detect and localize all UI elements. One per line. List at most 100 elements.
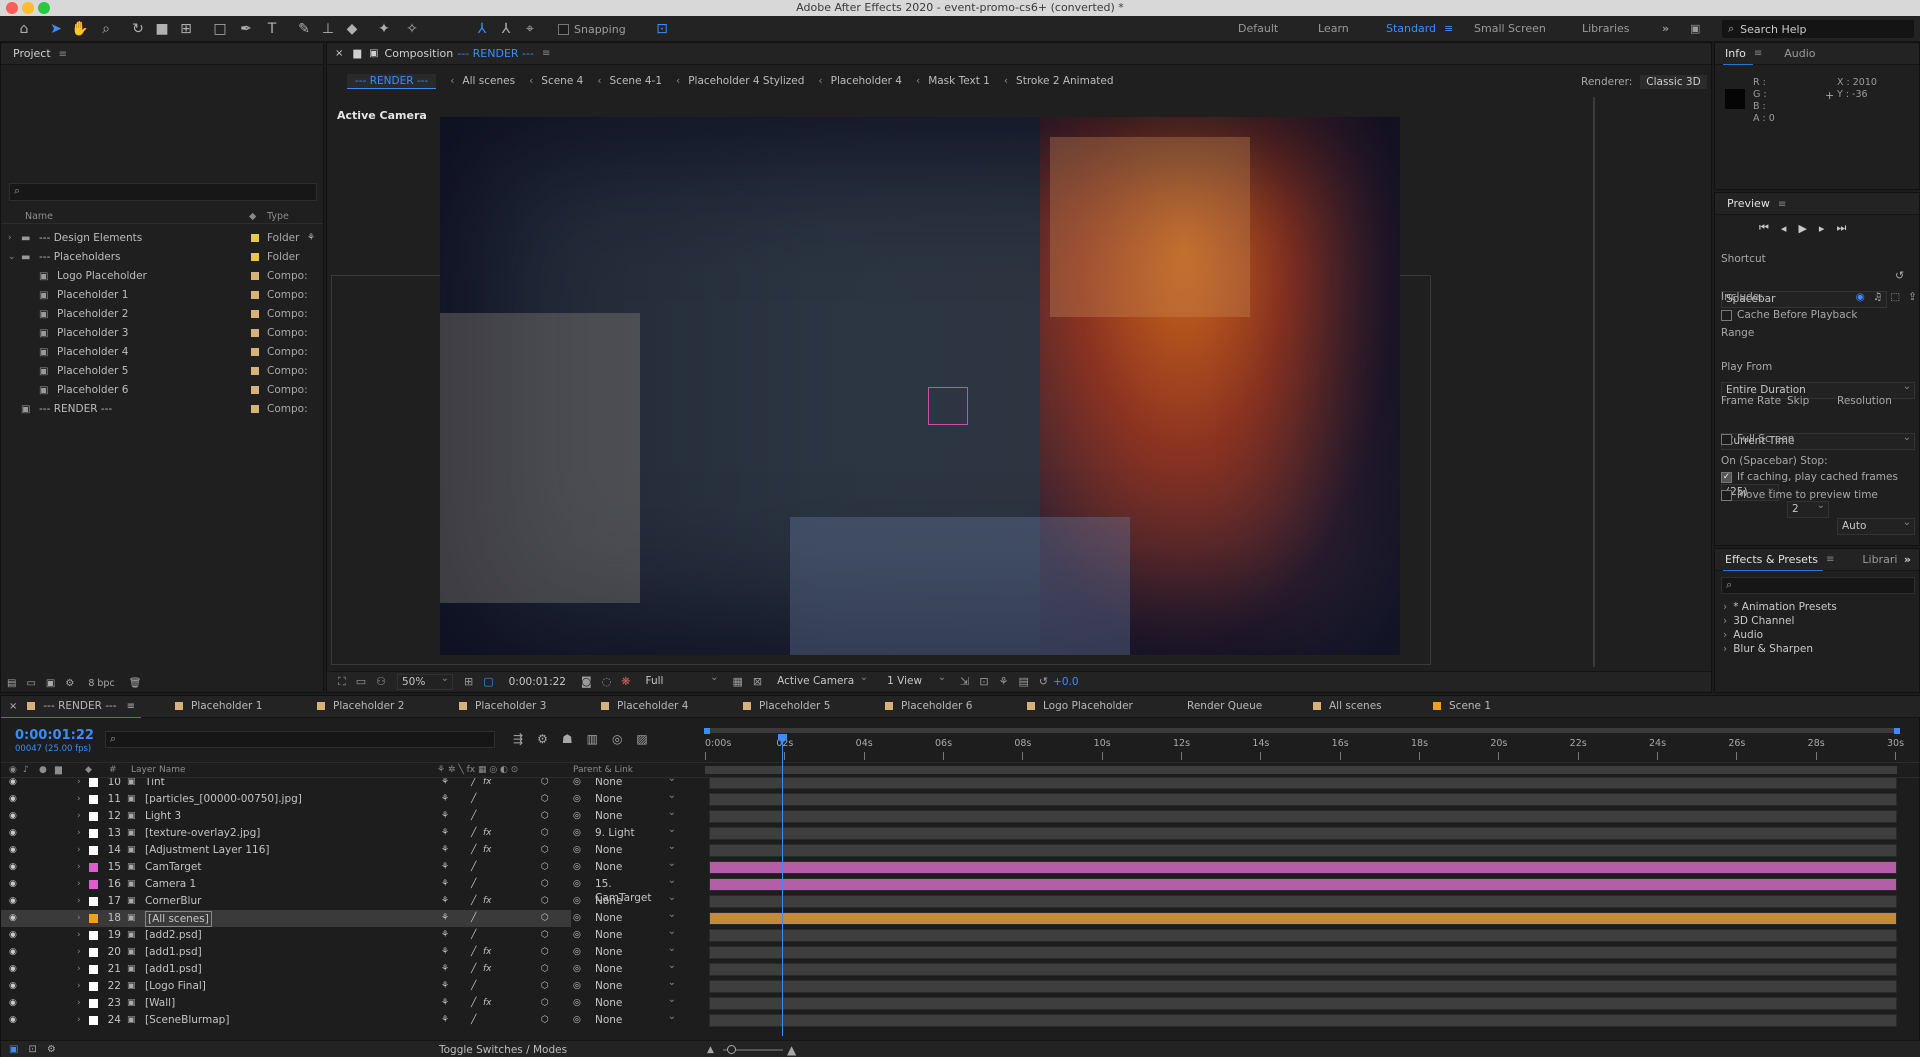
- parent-dropdown[interactable]: None: [591, 993, 679, 1012]
- video-switch-header-icon[interactable]: ◉: [9, 765, 17, 775]
- layer-duration-bar[interactable]: [709, 895, 1897, 908]
- channels-icon[interactable]: ❋: [621, 675, 630, 688]
- snapping-toggle[interactable]: Snapping: [558, 23, 626, 36]
- layer-duration-bar[interactable]: [709, 810, 1897, 823]
- panel-menu-icon[interactable]: ≡: [1754, 43, 1762, 65]
- pick-whip-icon[interactable]: ◎: [573, 778, 581, 791]
- project-item[interactable]: ▣ Placeholder 5 Compo:: [1, 362, 323, 381]
- quality-switch-icon[interactable]: ╱: [471, 927, 476, 944]
- rectangle-tool-icon[interactable]: □: [210, 20, 230, 38]
- close-panel-icon[interactable]: ×: [335, 43, 343, 65]
- next-frame-icon[interactable]: ▸: [1819, 222, 1825, 235]
- transparency-grid-icon[interactable]: ▦: [733, 675, 743, 688]
- expand-arrow-icon[interactable]: ›: [77, 825, 81, 842]
- snap-options-icon[interactable]: ⊡: [652, 20, 672, 38]
- 3d-layer-switch-icon[interactable]: ⬡: [541, 791, 549, 808]
- eye-icon[interactable]: ◉: [9, 778, 17, 791]
- parent-dropdown[interactable]: None: [591, 942, 679, 961]
- camera-view-dropdown[interactable]: Active Camera: [773, 671, 871, 690]
- pick-whip-icon[interactable]: ◎: [573, 876, 581, 893]
- workspace-small-screen[interactable]: Small Screen: [1474, 22, 1546, 35]
- quality-switch-icon[interactable]: ╱: [471, 825, 476, 842]
- toggle-switches-modes-button[interactable]: Toggle Switches / Modes: [439, 1044, 567, 1056]
- 3d-layer-switch-icon[interactable]: ⬡: [541, 927, 549, 944]
- eye-icon[interactable]: ◉: [9, 927, 17, 944]
- world-axis-icon[interactable]: ⅄: [496, 20, 516, 38]
- camera-snapshot-icon[interactable]: ◙: [581, 675, 592, 688]
- move-time-checkbox[interactable]: [1721, 489, 1732, 501]
- resolution-dropdown[interactable]: Full: [642, 671, 722, 690]
- eye-icon[interactable]: ◉: [9, 961, 17, 978]
- timeline-tab[interactable]: Render Queue: [1187, 700, 1262, 712]
- expand-arrow-icon[interactable]: ›: [77, 842, 81, 859]
- libraries-tab[interactable]: Librari: [1862, 549, 1897, 571]
- zoom-tool-icon[interactable]: ⌕: [96, 20, 116, 38]
- show-snapshot-icon[interactable]: ◌: [602, 675, 612, 688]
- include-overlays-icon[interactable]: ⬚: [1890, 291, 1900, 303]
- label-color-swatch[interactable]: [251, 405, 259, 413]
- layer-duration-bar[interactable]: [709, 963, 1897, 976]
- flowchart-icon[interactable]: ⚘: [999, 675, 1009, 688]
- pick-whip-icon[interactable]: ◎: [573, 825, 581, 842]
- layer-label-swatch[interactable]: [89, 1016, 98, 1025]
- bit-depth-label[interactable]: 8 bpc: [88, 678, 114, 689]
- layer-name[interactable]: [add2.psd]: [145, 927, 202, 944]
- fx-switch-icon[interactable]: fx: [483, 825, 492, 842]
- parent-dropdown[interactable]: None: [591, 976, 679, 995]
- label-color-swatch[interactable]: [251, 367, 259, 375]
- shy-switch-icon[interactable]: ⚘: [441, 944, 449, 961]
- 3d-layer-switch-icon[interactable]: ⬡: [541, 859, 549, 876]
- shy-switch-icon[interactable]: ⚘: [441, 978, 449, 995]
- include-video-icon[interactable]: ◉: [1856, 291, 1865, 303]
- layer-name[interactable]: Camera 1: [145, 876, 196, 893]
- layer-duration-bar[interactable]: [709, 980, 1897, 993]
- layer-row[interactable]: ◉ › 16 ▣ Camera 1 ⚘ ╱ ⬡ ◎ 15. CamTarget: [1, 874, 676, 904]
- if-caching-option[interactable]: ✓ If caching, play cached frames: [1721, 471, 1898, 483]
- 3d-glasses-icon[interactable]: ⚇: [376, 675, 386, 688]
- layer-row[interactable]: ◉ › 13 ▣ [texture-overlay2.jpg] ⚘ ╱ fx ⬡ ◎ 9. Ligh…: [1, 823, 676, 842]
- eye-icon[interactable]: ◉: [9, 808, 17, 825]
- expand-arrow-icon[interactable]: ›: [8, 229, 12, 248]
- parent-dropdown[interactable]: None: [591, 925, 679, 944]
- layer-name[interactable]: [Adjustment Layer 116]: [145, 842, 269, 859]
- workspace-libraries[interactable]: Libraries: [1582, 22, 1630, 35]
- layer-duration-bar[interactable]: [709, 997, 1897, 1010]
- first-frame-icon[interactable]: ⏮: [1759, 221, 1769, 235]
- 3d-layer-switch-icon[interactable]: ⬡: [541, 808, 549, 825]
- panel-menu-icon[interactable]: ≡: [1778, 194, 1786, 216]
- parent-dropdown[interactable]: 9. Light: [591, 823, 679, 842]
- full-screen-option[interactable]: Full Screen: [1721, 433, 1794, 445]
- quality-switch-icon[interactable]: ╱: [471, 876, 476, 893]
- work-area-end-handle[interactable]: [1894, 728, 1900, 734]
- timeline-tab[interactable]: Placeholder 6: [885, 700, 972, 712]
- layer-label-swatch[interactable]: [89, 897, 98, 906]
- reset-shortcut-icon[interactable]: ↺: [1895, 269, 1904, 282]
- expand-arrow-icon[interactable]: ⌄: [8, 248, 16, 267]
- expand-arrow-icon[interactable]: ›: [77, 995, 81, 1012]
- new-folder-icon[interactable]: ▭: [26, 678, 35, 689]
- label-color-swatch[interactable]: [251, 272, 259, 280]
- pixel-aspect-icon[interactable]: ⇲: [960, 675, 969, 688]
- graph-editor-icon[interactable]: ▨: [636, 732, 647, 746]
- work-area-start-handle[interactable]: [704, 728, 710, 734]
- layer-label-swatch[interactable]: [89, 982, 98, 991]
- timeline-tab[interactable]: Placeholder 4: [601, 700, 688, 712]
- motion-blur-icon[interactable]: ◎: [612, 732, 622, 746]
- roto-brush-tool-icon[interactable]: ✦: [374, 20, 394, 38]
- minimize-window-button[interactable]: [22, 2, 34, 14]
- fast-previews-icon[interactable]: ⊡: [979, 675, 988, 688]
- project-item[interactable]: ▣ Placeholder 3 Compo:: [1, 324, 323, 343]
- flowchart-icon[interactable]: ⚘: [307, 229, 315, 248]
- close-tab-icon[interactable]: ×: [9, 701, 17, 712]
- shy-switch-icon[interactable]: ⚘: [441, 778, 449, 791]
- layer-label-swatch[interactable]: [89, 931, 98, 940]
- monitor-icon[interactable]: ▭: [356, 675, 366, 688]
- layer-search-input[interactable]: ⌕: [105, 731, 495, 748]
- layer-row[interactable]: ◉ › 19 ▣ [add2.psd] ⚘ ╱ ⬡ ◎ None: [1, 925, 676, 944]
- parent-dropdown[interactable]: None: [591, 840, 679, 859]
- layer-label-swatch[interactable]: [89, 863, 98, 872]
- layer-label-swatch[interactable]: [89, 999, 98, 1008]
- pick-whip-icon[interactable]: ◎: [573, 995, 581, 1012]
- project-item[interactable]: ▣ Placeholder 1 Compo:: [1, 286, 323, 305]
- parent-dropdown[interactable]: None: [591, 778, 679, 791]
